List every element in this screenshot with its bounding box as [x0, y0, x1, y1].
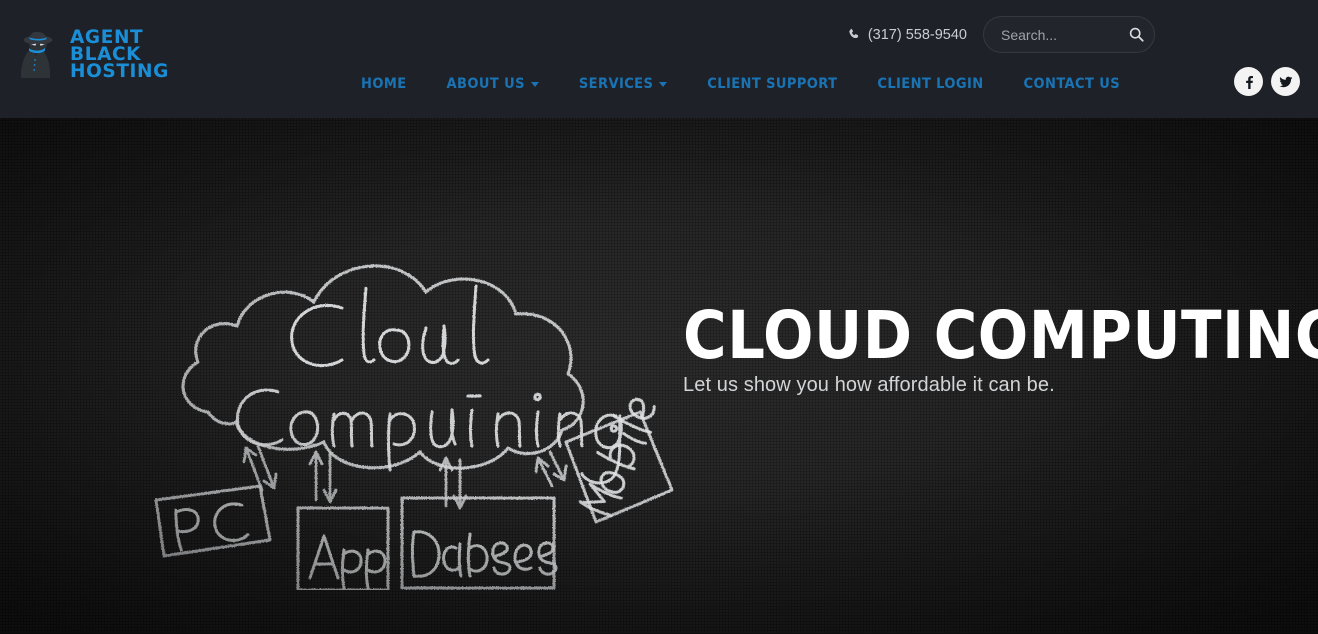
site-logo[interactable]: AGENT BLACK HOSTING [17, 28, 169, 83]
nav-item-client-login[interactable]: CLIENT LOGIN [857, 72, 1003, 96]
header-utility-row: (317) 558-9540 [848, 16, 1155, 53]
facebook-icon [1245, 75, 1253, 89]
search-icon [1129, 27, 1144, 42]
phone-number: (317) 558-9540 [867, 26, 967, 43]
nav-item-client-support[interactable]: CLIENT SUPPORT [687, 72, 857, 96]
chevron-down-icon [659, 81, 668, 87]
chevron-down-icon [530, 81, 539, 87]
nav-label: HOME [361, 76, 407, 92]
main-navigation: HOME ABOUT US SERVICES CLIENT SUPPORT CL… [341, 72, 1140, 96]
nav-label: ABOUT US [446, 76, 525, 92]
social-links [1234, 67, 1300, 96]
facebook-link[interactable] [1234, 67, 1263, 96]
hero-copy: CLOUD COMPUTING Let us show you how affo… [683, 297, 1318, 397]
hero-subtitle: Let us show you how affordable it can be… [683, 373, 1055, 396]
search-box [983, 16, 1155, 53]
cloud-computing-chalk-illustration [138, 190, 718, 590]
nav-label: CLIENT LOGIN [877, 76, 984, 92]
nav-label: CLIENT SUPPORT [707, 76, 838, 92]
spy-agent-icon [21, 31, 53, 78]
phone-link[interactable]: (317) 558-9540 [848, 27, 967, 43]
nav-item-services[interactable]: SERVICES [559, 72, 687, 96]
page-root: AGENT BLACK HOSTING (317) 558-9540 Searc… [0, 0, 1318, 634]
nav-item-contact-us[interactable]: CONTACT US [1004, 72, 1140, 96]
twitter-link[interactable] [1271, 67, 1300, 96]
nav-item-about-us[interactable]: ABOUT US [427, 72, 559, 96]
phone-icon [849, 28, 859, 39]
hero-title: CLOUD COMPUTING [683, 297, 1318, 374]
twitter-icon [1278, 76, 1292, 87]
logo-line-3: HOSTING [70, 61, 169, 83]
hero-banner: CLOUD COMPUTING Let us show you how affo… [0, 118, 1318, 634]
nav-label: CONTACT US [1023, 76, 1120, 92]
nav-item-home[interactable]: HOME [341, 72, 427, 96]
site-header: AGENT BLACK HOSTING (317) 558-9540 Searc… [0, 0, 1318, 118]
nav-label: SERVICES [578, 76, 654, 92]
search-submit-button[interactable] [1122, 20, 1151, 49]
logo-wordmark: AGENT BLACK HOSTING [70, 28, 169, 83]
